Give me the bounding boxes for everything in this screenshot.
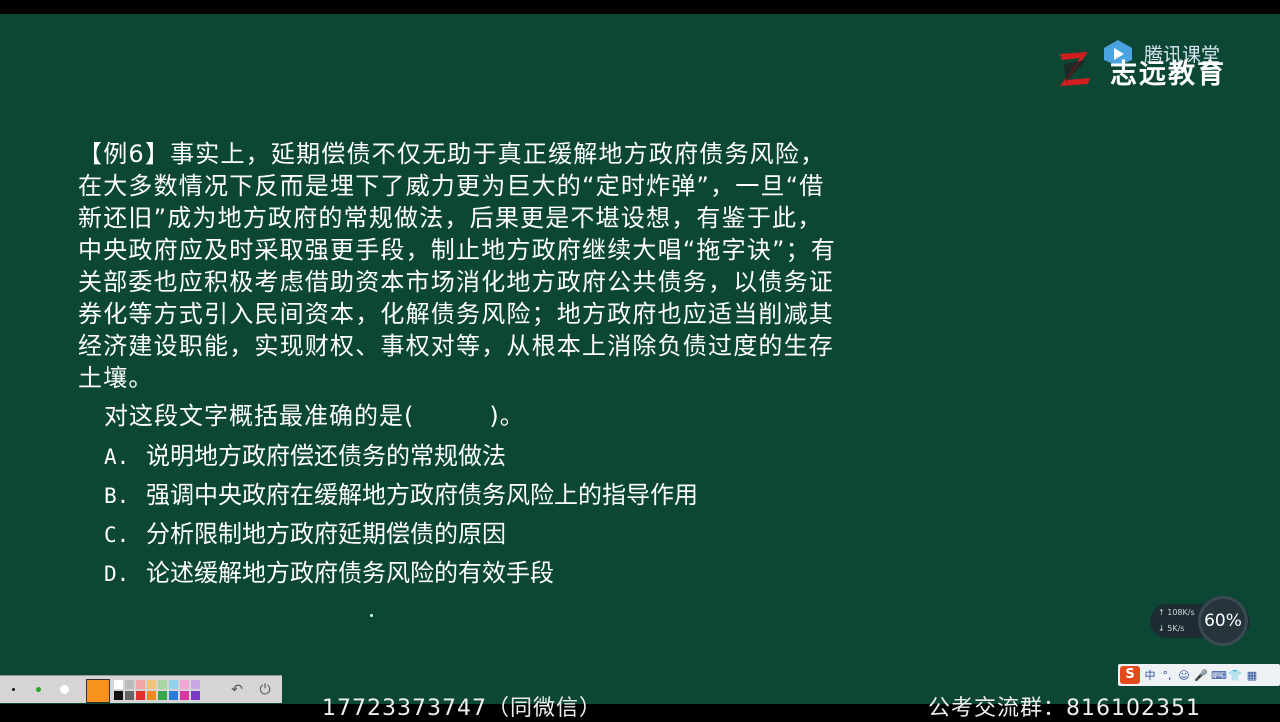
color-swatch[interactable] xyxy=(125,691,134,700)
color-swatch[interactable] xyxy=(114,691,123,700)
color-swatch[interactable] xyxy=(114,680,123,689)
memory-gauge[interactable]: 60% xyxy=(1198,596,1248,646)
color-swatch[interactable] xyxy=(180,680,189,689)
ime-mode[interactable]: 中 xyxy=(1143,667,1157,683)
color-swatch[interactable] xyxy=(180,691,189,700)
microphone-icon[interactable]: 🎤 xyxy=(1194,669,1208,682)
option-a[interactable]: A. 说明地方政府偿还债务的常规做法 xyxy=(104,440,506,473)
option-text: 分析限制地方政府延期偿债的原因 xyxy=(146,520,506,548)
option-letter: C. xyxy=(104,523,130,547)
keyboard-icon[interactable]: ⌨ xyxy=(1211,669,1227,682)
color-swatch[interactable] xyxy=(136,691,145,700)
option-text: 说明地方政府偿还债务的常规做法 xyxy=(146,442,506,470)
color-swatch[interactable] xyxy=(158,691,167,700)
option-letter: B. xyxy=(104,484,130,508)
color-swatch[interactable] xyxy=(147,680,156,689)
ime-toolbar[interactable]: S 中 °, ☺ 🎤 ⌨ 👕 ▦ xyxy=(1118,664,1280,686)
question-text: 【例6】事实上，延期偿债不仅无助于真正缓解地方政府债务风险，在大多数情况下反而是… xyxy=(78,140,837,392)
pen-size-small[interactable] xyxy=(12,688,15,691)
option-text: 论述缓解地方政府债务风险的有效手段 xyxy=(146,559,554,587)
question-prompt: 对这段文字概括最准确的是( )。 xyxy=(104,402,525,430)
color-swatch[interactable] xyxy=(169,691,178,700)
brand-name: 志远教育 xyxy=(1110,59,1226,90)
zhiyuan-logo-icon xyxy=(1060,52,1090,86)
gauge-percent: 60% xyxy=(1204,611,1242,631)
pen-size-medium[interactable] xyxy=(36,687,41,692)
option-b[interactable]: B. 强调中央政府在缓解地方政府债务风险上的指导作用 xyxy=(104,479,698,512)
color-swatch[interactable] xyxy=(136,680,145,689)
brand-logo: 腾讯课堂 志远教育 xyxy=(1058,38,1248,90)
upload-speed: ↑ 108K/s xyxy=(1158,608,1195,617)
power-icon[interactable]: ⏻ xyxy=(256,681,274,699)
sogou-logo-icon[interactable]: S xyxy=(1120,666,1140,684)
color-swatch[interactable] xyxy=(191,691,200,700)
contact-phone: 17723373747（同微信） xyxy=(322,696,602,721)
ime-punctuation[interactable]: °, xyxy=(1160,669,1174,682)
menu-grid-icon[interactable]: ▦ xyxy=(1245,669,1259,682)
option-c[interactable]: C. 分析限制地方政府延期偿债的原因 xyxy=(104,518,506,551)
color-swatch[interactable] xyxy=(158,680,167,689)
undo-icon[interactable]: ↶ xyxy=(228,681,246,699)
option-letter: A. xyxy=(104,445,130,469)
active-color-swatch[interactable] xyxy=(86,679,110,703)
exam-group: 公考交流群：816102351 xyxy=(928,696,1201,721)
download-speed: ↓ 5K/s xyxy=(1158,624,1185,633)
pen-size-large[interactable] xyxy=(60,685,69,694)
cursor-dot xyxy=(370,614,373,617)
skin-icon[interactable]: 👕 xyxy=(1228,669,1242,682)
option-d[interactable]: D. 论述缓解地方政府债务风险的有效手段 xyxy=(104,557,554,590)
option-letter: D. xyxy=(104,562,130,586)
color-swatch[interactable] xyxy=(191,680,200,689)
upload-speed-value: 108K/s xyxy=(1167,608,1195,617)
color-swatch[interactable] xyxy=(125,680,134,689)
color-swatch[interactable] xyxy=(169,680,178,689)
option-text: 强调中央政府在缓解地方政府债务风险上的指导作用 xyxy=(146,481,698,509)
download-speed-value: 5K/s xyxy=(1167,624,1185,633)
pen-toolbar[interactable]: ↶ ⏻ xyxy=(0,675,282,703)
emoji-icon[interactable]: ☺ xyxy=(1177,669,1191,682)
color-swatch[interactable] xyxy=(147,691,156,700)
